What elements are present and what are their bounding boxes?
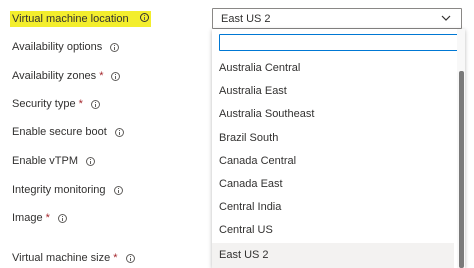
vm-location-select[interactable]: East US 2 xyxy=(212,8,462,29)
vm-location-label: Virtual machine location xyxy=(12,13,129,25)
info-icon[interactable] xyxy=(111,71,121,81)
dropdown-scrollbar[interactable] xyxy=(457,29,465,268)
vm-size-label: Virtual machine size xyxy=(12,252,111,264)
vm-location-selected-value: East US 2 xyxy=(221,12,271,25)
required-marker: * xyxy=(99,70,104,82)
option-canada-east[interactable]: Canada East xyxy=(212,173,454,196)
info-icon[interactable] xyxy=(90,99,100,109)
option-central-india[interactable]: Central India xyxy=(212,196,454,219)
info-icon[interactable] xyxy=(139,13,149,22)
required-marker: * xyxy=(113,252,118,264)
scrollbar-thumb[interactable] xyxy=(459,71,464,268)
field-security-type: Security type * xyxy=(12,97,100,111)
info-icon[interactable] xyxy=(86,156,96,166)
option-central-us[interactable]: Central US xyxy=(212,219,454,242)
field-image: Image * xyxy=(12,211,67,225)
option-east-us-2[interactable]: East US 2 xyxy=(212,243,454,268)
vm-create-form: Virtual machine location Availability op… xyxy=(0,0,474,268)
availability-options-label: Availability options xyxy=(12,41,103,53)
secure-boot-label: Enable secure boot xyxy=(12,126,107,138)
location-filter-input[interactable] xyxy=(219,34,462,51)
option-australia-central[interactable]: Australia Central xyxy=(212,57,454,80)
availability-zones-label: Availability zones xyxy=(12,70,97,82)
required-marker: * xyxy=(45,212,50,224)
info-icon[interactable] xyxy=(57,213,67,223)
option-brazil-south[interactable]: Brazil South xyxy=(212,127,454,150)
field-vtpm: Enable vTPM xyxy=(12,154,96,168)
info-icon[interactable] xyxy=(114,127,124,137)
vm-location-label-highlight: Virtual machine location xyxy=(10,11,151,27)
field-availability-zones: Availability zones * xyxy=(12,69,121,83)
info-icon[interactable] xyxy=(113,185,123,195)
option-canada-central[interactable]: Canada Central xyxy=(212,150,454,173)
image-label: Image xyxy=(12,212,43,224)
field-vm-location: Virtual machine location xyxy=(10,11,151,27)
info-icon[interactable] xyxy=(125,253,135,263)
vtpm-label: Enable vTPM xyxy=(12,155,79,167)
info-icon[interactable] xyxy=(110,42,120,52)
field-secure-boot: Enable secure boot xyxy=(12,125,124,139)
option-australia-southeast[interactable]: Australia Southeast xyxy=(212,103,454,126)
required-marker: * xyxy=(78,98,83,110)
chevron-down-icon[interactable] xyxy=(441,13,451,23)
option-australia-east[interactable]: Australia East xyxy=(212,80,454,103)
security-type-label: Security type xyxy=(12,98,76,110)
vm-location-dropdown-list: Australia Central Australia East Austral… xyxy=(212,29,465,268)
field-integrity-monitoring: Integrity monitoring xyxy=(12,183,123,197)
field-availability-options: Availability options xyxy=(12,40,120,54)
field-vm-size: Virtual machine size * xyxy=(12,251,135,265)
integrity-monitoring-label: Integrity monitoring xyxy=(12,184,106,196)
